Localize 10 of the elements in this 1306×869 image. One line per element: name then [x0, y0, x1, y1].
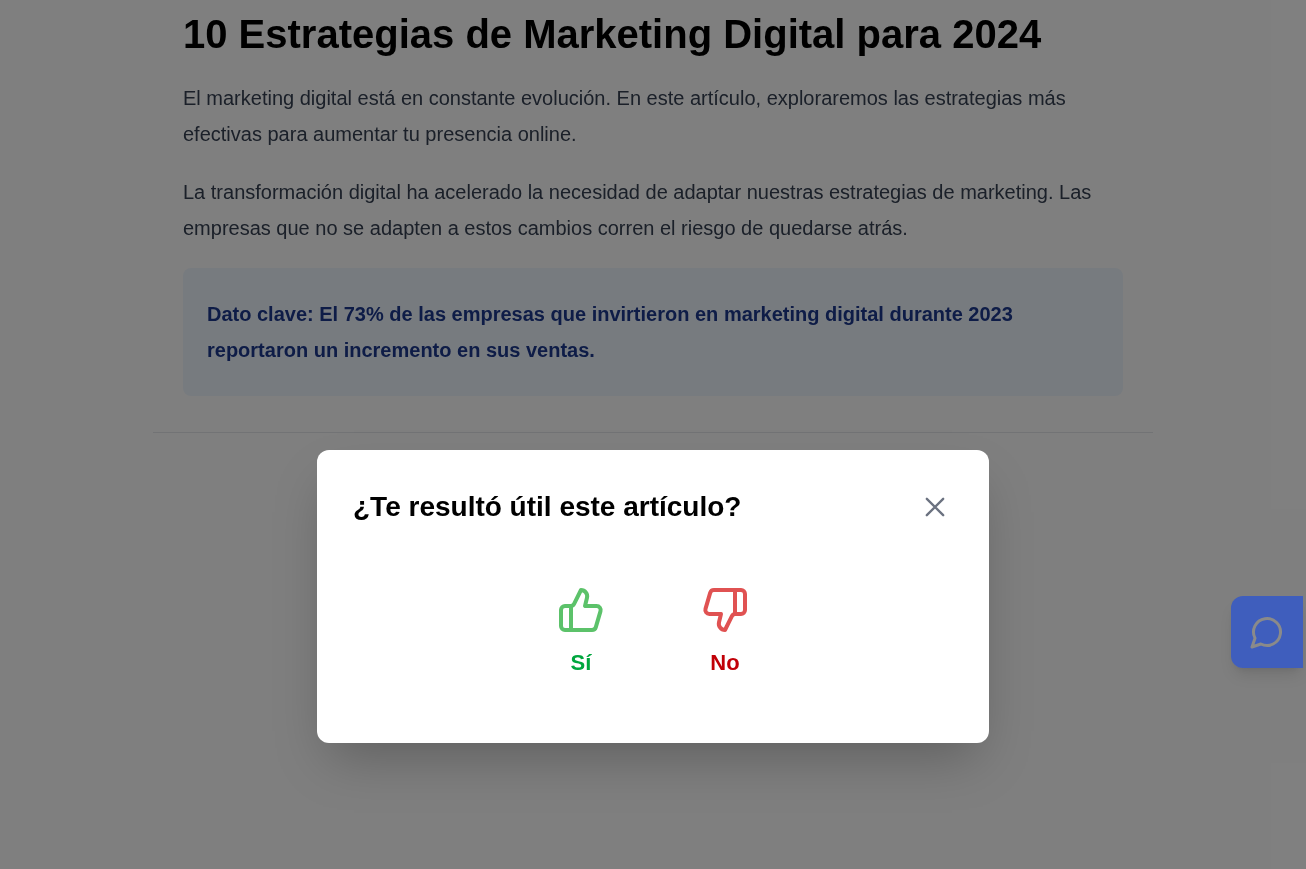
- key-fact-text: Dato clave: El 73% de las empresas que invirtieron en marketing digital durante 2023 reportaron un incremento en sus ventas.: [207, 302, 1014, 363]
- dialog-title: ¿Te resultó útil este artículo?: [353, 490, 742, 524]
- yes-button[interactable]: Sí: [541, 586, 621, 679]
- paragraph: El marketing digital está en constante evolución. En este artículo, exploraremos las estrategias más efectivas para aumentar tu presencia online.: [183, 86, 1067, 147]
- thumbs-down-icon: [701, 586, 749, 634]
- chat-bubble-icon: [1249, 614, 1285, 650]
- article-title: 10 Estrategias de Marketing Digital para 2024: [183, 11, 1043, 58]
- paragraph: La transformación digital ha acelerado la necesidad de adaptar nuestras estrategias de marketing. Las empresas que no se adapten a estos cambios corren el riesgo de quedarse atrás.: [183, 180, 1093, 241]
- thumbs-up-icon: [557, 586, 605, 634]
- no-button[interactable]: No: [685, 586, 765, 679]
